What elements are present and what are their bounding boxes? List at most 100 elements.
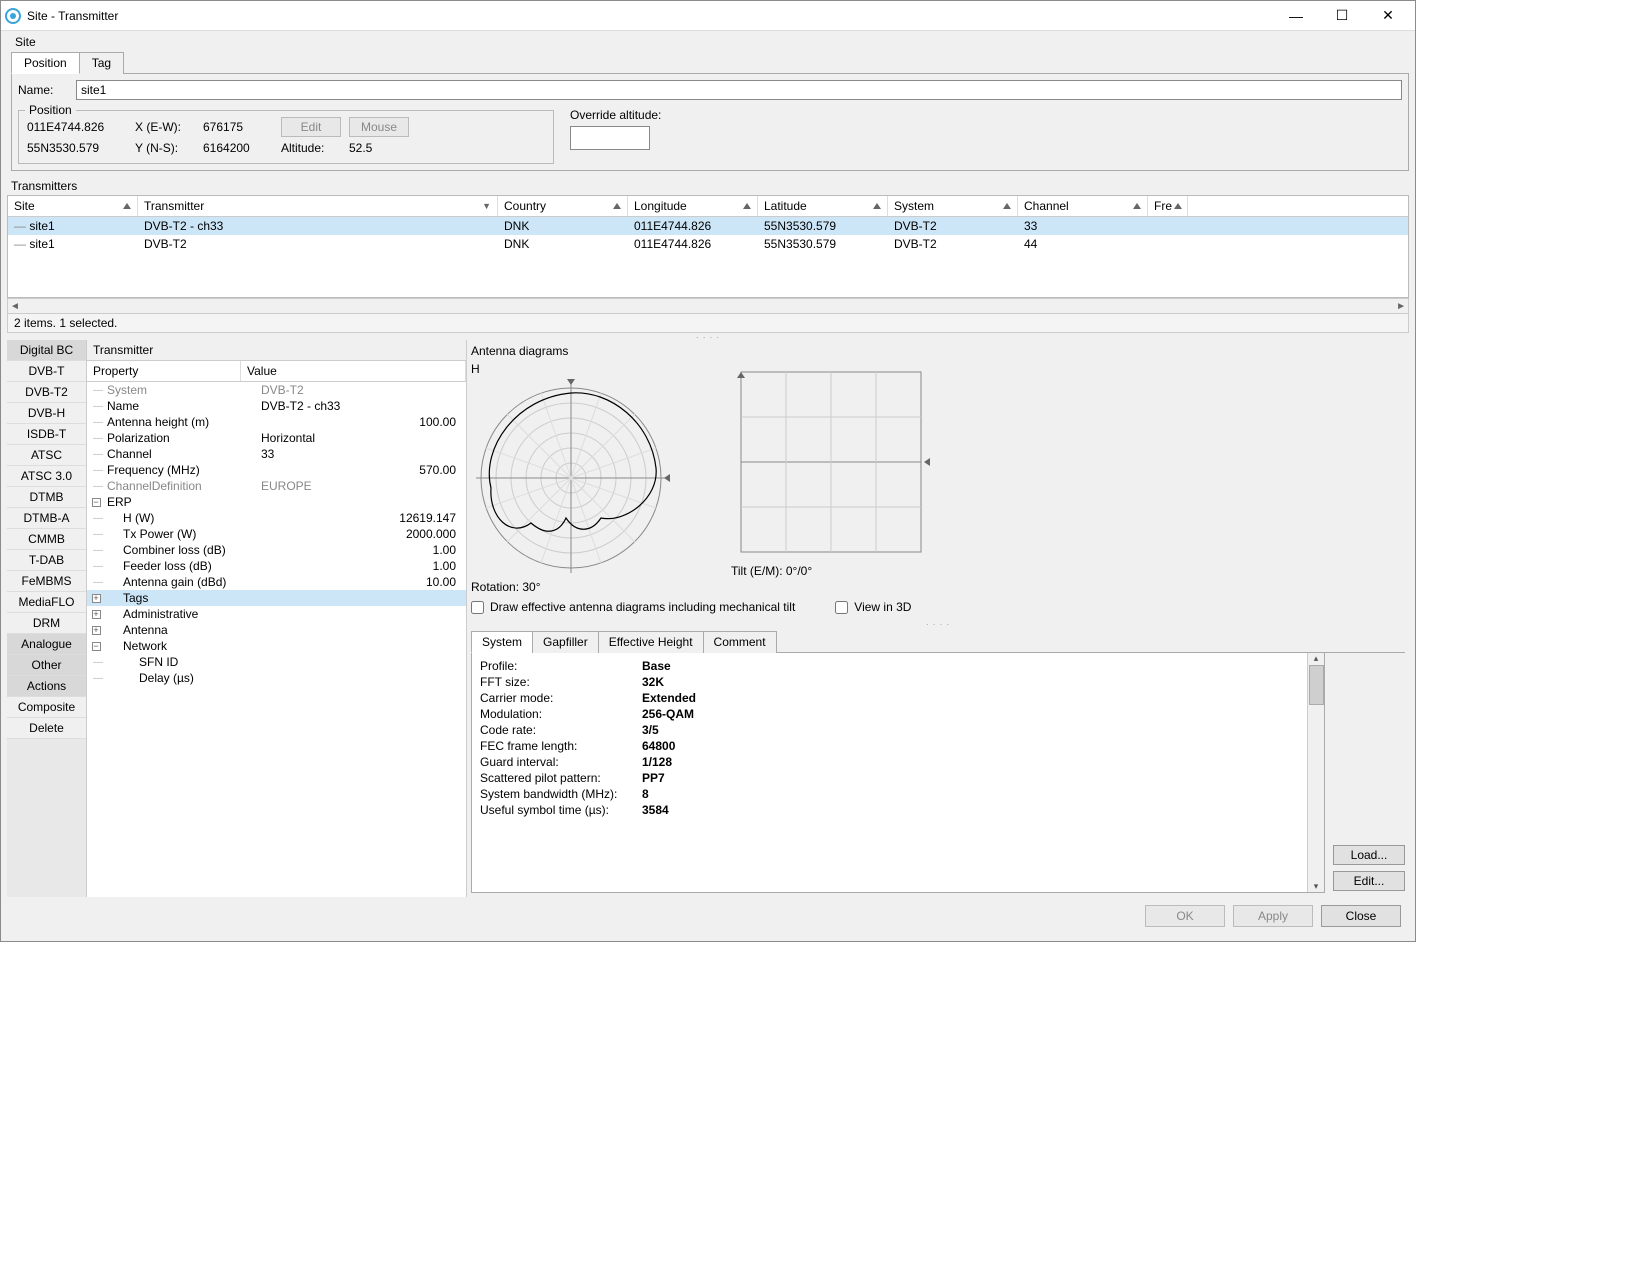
ok-button[interactable]: OK bbox=[1145, 905, 1225, 927]
close-dialog-button[interactable]: Close bbox=[1321, 905, 1401, 927]
tx-row[interactable]: — site1DVB-T2 - ch33DNK011E4744.82655N35… bbox=[8, 217, 1408, 235]
prop-row[interactable]: −Network bbox=[87, 638, 466, 654]
subtab-effective-height[interactable]: Effective Height bbox=[598, 631, 704, 653]
load-button[interactable]: Load... bbox=[1333, 845, 1405, 865]
sidebar-item-dvb-t2[interactable]: DVB-T2 bbox=[7, 382, 86, 403]
prop-col-value[interactable]: Value bbox=[241, 361, 466, 381]
tx-col-longitude[interactable]: Longitude bbox=[628, 196, 758, 216]
tx-col-transmitter[interactable]: Transmitter▼ bbox=[138, 196, 498, 216]
mouse-button[interactable]: Mouse bbox=[349, 117, 409, 137]
tilt-diagram bbox=[731, 362, 931, 562]
sidebar-item-isdb-t[interactable]: ISDB-T bbox=[7, 424, 86, 445]
tx-col-channel[interactable]: Channel bbox=[1018, 196, 1148, 216]
prop-row[interactable]: —Combiner loss (dB)1.00 bbox=[87, 542, 466, 558]
transmitters-hscroll[interactable]: ◄► bbox=[7, 298, 1409, 314]
prop-row[interactable]: +Antenna bbox=[87, 622, 466, 638]
sidebar-item-delete[interactable]: Delete bbox=[7, 718, 86, 739]
prop-row[interactable]: —H (W)12619.147 bbox=[87, 510, 466, 526]
horizontal-splitter[interactable]: · · · · bbox=[7, 333, 1409, 340]
scroll-up-icon[interactable]: ▴ bbox=[1314, 653, 1319, 664]
y-label: Y (N-S): bbox=[135, 141, 195, 155]
transmitters-header: SiteTransmitter▼CountryLongitudeLatitude… bbox=[8, 196, 1408, 217]
tx-col-system[interactable]: System bbox=[888, 196, 1018, 216]
collapse-icon[interactable]: − bbox=[91, 641, 105, 652]
maximize-button[interactable]: ☐ bbox=[1319, 2, 1365, 30]
subtab-gapfiller[interactable]: Gapfiller bbox=[532, 631, 599, 653]
tx-col-latitude[interactable]: Latitude bbox=[758, 196, 888, 216]
prop-row[interactable]: —SystemDVB-T2 bbox=[87, 382, 466, 398]
expand-icon[interactable]: + bbox=[91, 593, 105, 604]
prop-row[interactable]: —PolarizationHorizontal bbox=[87, 430, 466, 446]
prop-row[interactable]: —Frequency (MHz)570.00 bbox=[87, 462, 466, 478]
tx-col-country[interactable]: Country bbox=[498, 196, 628, 216]
sys-key: FEC frame length: bbox=[480, 739, 640, 753]
tab-tag[interactable]: Tag bbox=[79, 52, 124, 74]
prop-row[interactable]: —Delay (µs) bbox=[87, 670, 466, 686]
sidebar-item-drm[interactable]: DRM bbox=[7, 613, 86, 634]
sys-value: 3/5 bbox=[642, 723, 696, 737]
collapse-icon[interactable]: − bbox=[91, 497, 105, 508]
prop-row[interactable]: +Administrative bbox=[87, 606, 466, 622]
prop-row[interactable]: —Feeder loss (dB)1.00 bbox=[87, 558, 466, 574]
edit-system-button[interactable]: Edit... bbox=[1333, 871, 1405, 891]
sidebar-item-cmmb[interactable]: CMMB bbox=[7, 529, 86, 550]
sidebar-item-mediaflo[interactable]: MediaFLO bbox=[7, 592, 86, 613]
tx-col-site[interactable]: Site bbox=[8, 196, 138, 216]
sidebar-item-other[interactable]: Other bbox=[7, 655, 86, 676]
prop-row[interactable]: —Antenna height (m)100.00 bbox=[87, 414, 466, 430]
prop-row[interactable]: —NameDVB-T2 - ch33 bbox=[87, 398, 466, 414]
override-altitude-label: Override altitude: bbox=[570, 108, 661, 122]
prop-row[interactable]: —Antenna gain (dBd)10.00 bbox=[87, 574, 466, 590]
sidebar-item-composite[interactable]: Composite bbox=[7, 697, 86, 718]
prop-row[interactable]: —SFN ID bbox=[87, 654, 466, 670]
menu-site[interactable]: Site bbox=[9, 33, 42, 51]
prop-name: ERP bbox=[105, 495, 255, 509]
scroll-down-icon[interactable]: ▾ bbox=[1314, 881, 1319, 892]
system-vscroll[interactable]: ▴ ▾ bbox=[1307, 653, 1324, 892]
property-title: Transmitter bbox=[87, 340, 466, 361]
view-3d-check[interactable]: View in 3D bbox=[835, 600, 911, 614]
app-icon bbox=[5, 8, 21, 24]
prop-row[interactable]: —Tx Power (W)2000.000 bbox=[87, 526, 466, 542]
draw-effective-check[interactable]: Draw effective antenna diagrams includin… bbox=[471, 600, 795, 614]
sidebar-item-fembms[interactable]: FeMBMS bbox=[7, 571, 86, 592]
sidebar-item-dvb-t[interactable]: DVB-T bbox=[7, 361, 86, 382]
prop-row[interactable]: −ERP bbox=[87, 494, 466, 510]
sidebar-item-atsc[interactable]: ATSC bbox=[7, 445, 86, 466]
apply-button[interactable]: Apply bbox=[1233, 905, 1313, 927]
override-altitude-input[interactable] bbox=[570, 126, 650, 150]
close-button[interactable]: ✕ bbox=[1365, 2, 1411, 30]
draw-effective-checkbox[interactable] bbox=[471, 601, 484, 614]
subtab-comment[interactable]: Comment bbox=[703, 631, 777, 653]
prop-row[interactable]: —Channel33 bbox=[87, 446, 466, 462]
sidebar-item-atsc-3-0[interactable]: ATSC 3.0 bbox=[7, 466, 86, 487]
tx-row[interactable]: — site1DVB-T2DNK011E4744.82655N3530.579D… bbox=[8, 235, 1408, 253]
prop-name: Tags bbox=[105, 591, 255, 605]
scrollbar-thumb[interactable] bbox=[1309, 665, 1324, 705]
edit-button[interactable]: Edit bbox=[281, 117, 341, 137]
minimize-button[interactable]: — bbox=[1273, 2, 1319, 30]
antenna-diagrams-label: Antenna diagrams bbox=[471, 344, 1405, 358]
tab-position[interactable]: Position bbox=[11, 52, 80, 74]
expand-icon[interactable]: + bbox=[91, 625, 105, 636]
transmitters-label: Transmitters bbox=[11, 179, 1409, 193]
expand-icon[interactable]: + bbox=[91, 609, 105, 620]
prop-name: System bbox=[105, 383, 255, 397]
sidebar-item-analogue[interactable]: Analogue bbox=[7, 634, 86, 655]
sidebar-item-dtmb[interactable]: DTMB bbox=[7, 487, 86, 508]
tx-col-fre[interactable]: Fre bbox=[1148, 196, 1188, 216]
view-3d-checkbox[interactable] bbox=[835, 601, 848, 614]
sidebar-item-dvb-h[interactable]: DVB-H bbox=[7, 403, 86, 424]
prop-row[interactable]: +Tags bbox=[87, 590, 466, 606]
sidebar-item-t-dab[interactable]: T-DAB bbox=[7, 550, 86, 571]
prop-col-property[interactable]: Property bbox=[87, 361, 241, 381]
menubar: Site bbox=[1, 31, 1415, 51]
sys-value: Base bbox=[642, 659, 696, 673]
name-input[interactable] bbox=[76, 80, 1402, 100]
subtab-system[interactable]: System bbox=[471, 631, 533, 653]
sidebar-item-digital-bc[interactable]: Digital BC bbox=[7, 340, 86, 361]
right-splitter[interactable]: · · · · bbox=[471, 620, 1405, 626]
sidebar-item-actions[interactable]: Actions bbox=[7, 676, 86, 697]
prop-row[interactable]: —ChannelDefinitionEUROPE bbox=[87, 478, 466, 494]
sidebar-item-dtmb-a[interactable]: DTMB-A bbox=[7, 508, 86, 529]
